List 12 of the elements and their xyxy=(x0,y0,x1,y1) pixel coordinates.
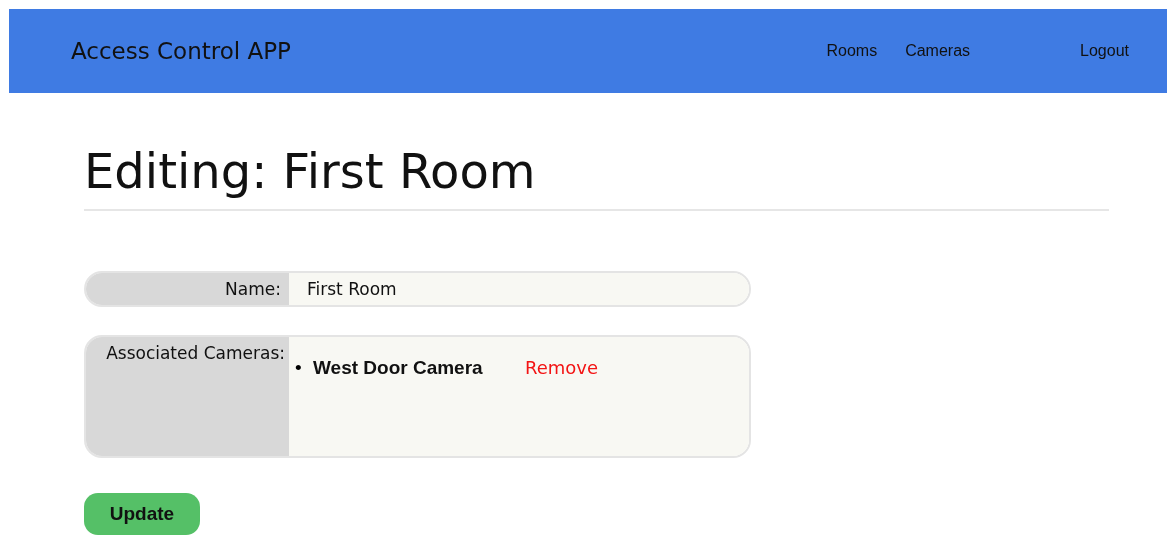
field-label: Associated Cameras: xyxy=(106,343,285,363)
app-title: Access Control APP xyxy=(71,38,292,64)
remove-link[interactable]: Remove xyxy=(525,357,599,378)
nav-link[interactable]: Rooms xyxy=(826,42,878,60)
page-title: Editing: First Room xyxy=(84,143,1109,211)
camera-name: West Door Camera xyxy=(313,357,484,379)
field-label: Name: xyxy=(225,279,281,299)
update-button[interactable]: Update xyxy=(84,493,200,535)
name-input[interactable]: First Room xyxy=(289,273,749,305)
logout-link[interactable]: Logout xyxy=(1080,42,1129,60)
bullet: • xyxy=(295,357,303,379)
nav-link[interactable]: Cameras xyxy=(905,42,971,60)
